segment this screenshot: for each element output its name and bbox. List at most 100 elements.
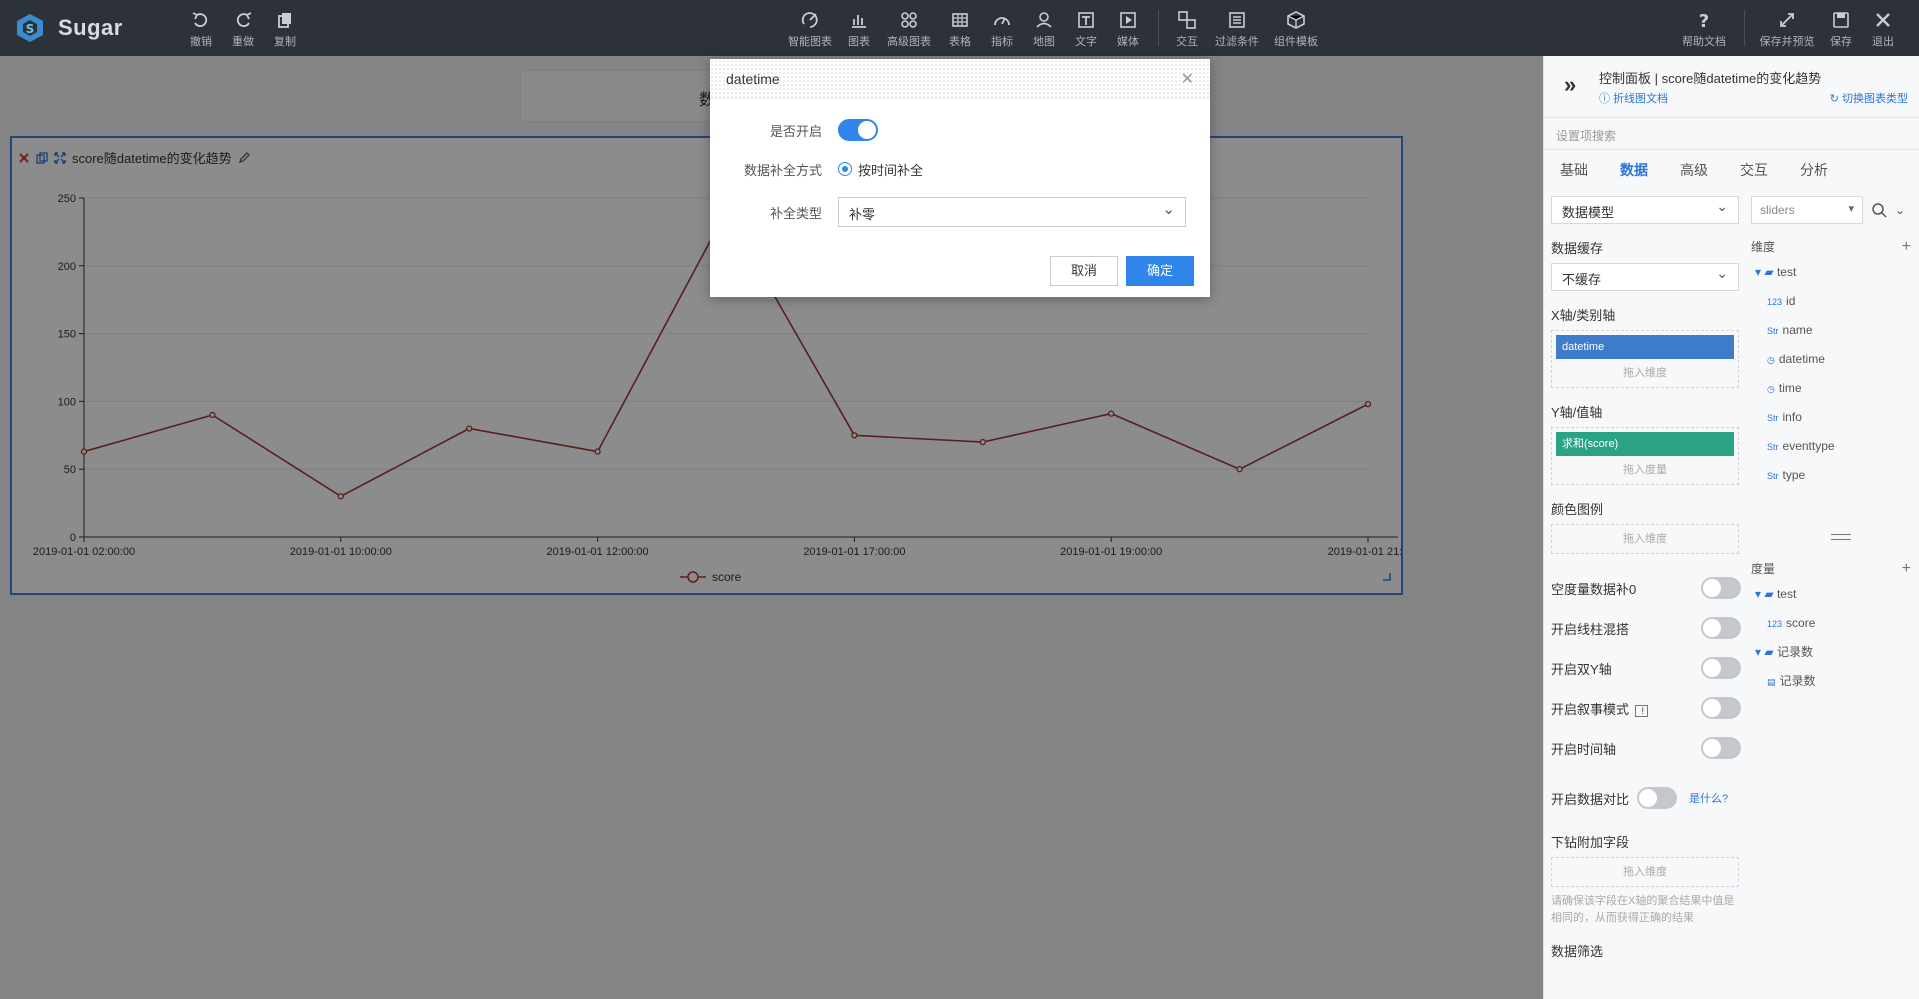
smart-tool-button[interactable]: 智能图表 <box>782 10 838 49</box>
save-preview-tool-button[interactable]: 保存并预览 <box>1759 10 1815 49</box>
record-count-field[interactable]: ▤ 记录数 <box>1751 667 1911 696</box>
cache-select[interactable]: 不缓存 <box>1551 263 1739 291</box>
exit-tool-button[interactable]: 退出 <box>1855 10 1911 49</box>
option-toggle[interactable] <box>1701 577 1741 599</box>
field-name: id <box>1786 294 1796 308</box>
fill-type-row: 补全类型 补零 <box>710 197 1210 227</box>
adv-tool-button[interactable]: 高级图表 <box>881 10 937 49</box>
option-toggle-row: 开启双Y轴 <box>1551 648 1741 688</box>
interact-icon <box>1178 11 1196 29</box>
x-axis-dropzone[interactable]: datetime 拖入维度 <box>1551 330 1739 388</box>
x-axis-label: X轴/类别轴 <box>1551 308 1616 323</box>
settings-search-input[interactable]: 设置项搜索 <box>1544 118 1919 150</box>
panel-tabs: 基础 数据 高级 交互 分析 <box>1544 150 1919 190</box>
line-chart-doc-link[interactable]: ⓘ 折线图文档 <box>1599 90 1668 106</box>
cancel-button[interactable]: 取消 <box>1050 256 1118 286</box>
field-item[interactable]: ◷ time <box>1751 374 1911 403</box>
template-icon <box>1287 11 1305 29</box>
info-icon[interactable]: ! <box>1635 704 1649 717</box>
panel-tab[interactable]: 数据 <box>1604 150 1664 190</box>
record-count-folder[interactable]: ▾ ▰ 记录数 <box>1751 638 1911 667</box>
confirm-button[interactable]: 确定 <box>1126 256 1194 286</box>
datetime-fill-dialog: datetime ✕ 是否开启 数据补全方式 按时间补全 补全类型 补零 取消 … <box>710 59 1210 297</box>
help-tool-button[interactable]: ? 帮助文档 <box>1676 10 1732 49</box>
record-folder-name: 记录数 <box>1776 645 1813 659</box>
field-item[interactable]: Str type <box>1751 461 1911 490</box>
exit-icon <box>1876 13 1890 27</box>
field-item[interactable]: Str name <box>1751 316 1911 345</box>
switch-chart-type-link[interactable]: ↻ 切换图表类型 <box>1830 90 1908 106</box>
option-toggle[interactable] <box>1701 617 1741 639</box>
y-axis-field-pill[interactable]: 求和(score) <box>1556 432 1734 456</box>
text-icon <box>1078 12 1094 28</box>
measure-table-name: test <box>1776 587 1797 601</box>
time-fill-radio-label[interactable]: 按时间补全 <box>858 160 923 179</box>
option-toggle-row: 开启时间轴 <box>1551 728 1741 768</box>
tool-label: 地图 <box>1033 36 1055 48</box>
chevron-down-icon[interactable]: ⌄ <box>1895 203 1905 217</box>
data-model-select[interactable]: 数据模型 <box>1551 196 1739 224</box>
panel-tab[interactable]: 交互 <box>1724 150 1784 190</box>
drill-label: 下钻附加字段 <box>1551 835 1630 850</box>
filter-tool-button[interactable]: 过滤条件 <box>1209 10 1265 49</box>
datasource-select[interactable]: sliders <box>1751 196 1863 224</box>
option-toggle[interactable] <box>1701 737 1741 759</box>
dimension-table-name: test <box>1776 265 1797 279</box>
option-toggle-label: 空度量数据补0 <box>1551 581 1637 597</box>
svg-text:S: S <box>26 22 35 36</box>
data-compare-toggle[interactable] <box>1637 787 1678 809</box>
data-compare-label: 开启数据对比 <box>1551 791 1630 807</box>
field-name: datetime <box>1778 352 1825 366</box>
splitter[interactable] <box>1751 490 1911 560</box>
dimension-title: 维度 <box>1751 240 1776 254</box>
add-measure-icon[interactable]: + <box>1902 560 1911 580</box>
field-type-icon: Str <box>1767 326 1779 336</box>
field-type-icon: 123 <box>1767 619 1783 629</box>
tool-label: 图表 <box>848 36 870 48</box>
field-item[interactable]: Str eventtype <box>1751 432 1911 461</box>
cache-label: 数据缓存 <box>1551 241 1604 256</box>
collapse-panel-icon[interactable]: » <box>1564 72 1576 98</box>
y-axis-label: Y轴/值轴 <box>1551 405 1603 420</box>
enable-toggle[interactable] <box>838 119 878 141</box>
time-fill-radio[interactable] <box>838 162 852 176</box>
fill-type-select[interactable]: 补零 <box>838 197 1186 227</box>
panel-tab[interactable]: 分析 <box>1784 150 1844 190</box>
add-dimension-icon[interactable]: + <box>1902 238 1911 258</box>
copy-tool-button[interactable]: 复制 <box>257 10 313 49</box>
panel-tab[interactable]: 基础 <box>1544 150 1604 190</box>
method-row: 数据补全方式 按时间补全 <box>710 154 1210 184</box>
measure-table-folder[interactable]: ▾ ▰ test <box>1751 580 1911 609</box>
option-toggle[interactable] <box>1701 657 1741 679</box>
tool-label: 智能图表 <box>788 36 832 48</box>
option-toggle[interactable] <box>1701 697 1741 719</box>
data-compare-help-link[interactable]: 是什么? <box>1689 790 1728 806</box>
y-axis-dropzone[interactable]: 求和(score) 拖入度量 <box>1551 427 1739 485</box>
dimension-header: 维度 + <box>1751 238 1911 258</box>
search-icon[interactable] <box>1871 202 1887 218</box>
field-item[interactable]: 123 score <box>1751 609 1911 638</box>
field-item[interactable]: 123 id <box>1751 287 1911 316</box>
doc-link-text: 折线图文档 <box>1613 93 1669 105</box>
drag-handle-icon[interactable] <box>1831 534 1851 540</box>
interact-tool-button[interactable]: 交互 <box>1159 10 1215 49</box>
close-icon[interactable]: ✕ <box>1181 69 1194 89</box>
drop-dimension-hint: 拖入维度 <box>1623 866 1667 878</box>
drill-dropzone[interactable]: 拖入维度 <box>1551 857 1739 887</box>
media-tool-button[interactable]: 媒体 <box>1100 10 1156 49</box>
method-label: 数据补全方式 <box>743 162 822 178</box>
toolbar-separator <box>1158 10 1159 46</box>
field-item[interactable]: ◷ datetime <box>1751 345 1911 374</box>
field-item[interactable]: Str info <box>1751 403 1911 432</box>
switch-link-text: 切换图表类型 <box>1842 93 1908 105</box>
toolbar-separator <box>1744 10 1745 46</box>
option-toggle-row: 开启线柱混搭 <box>1551 608 1741 648</box>
template-tool-button[interactable]: 组件模板 <box>1268 10 1324 49</box>
adv-icon <box>901 12 917 28</box>
chart-tool-button[interactable]: 图表 <box>831 10 887 49</box>
x-axis-field-pill[interactable]: datetime <box>1556 335 1734 359</box>
tool-label: 交互 <box>1176 36 1198 48</box>
color-legend-dropzone[interactable]: 拖入维度 <box>1551 524 1739 554</box>
panel-tab[interactable]: 高级 <box>1664 150 1724 190</box>
dimension-table-folder[interactable]: ▾ ▰ test <box>1751 258 1911 287</box>
